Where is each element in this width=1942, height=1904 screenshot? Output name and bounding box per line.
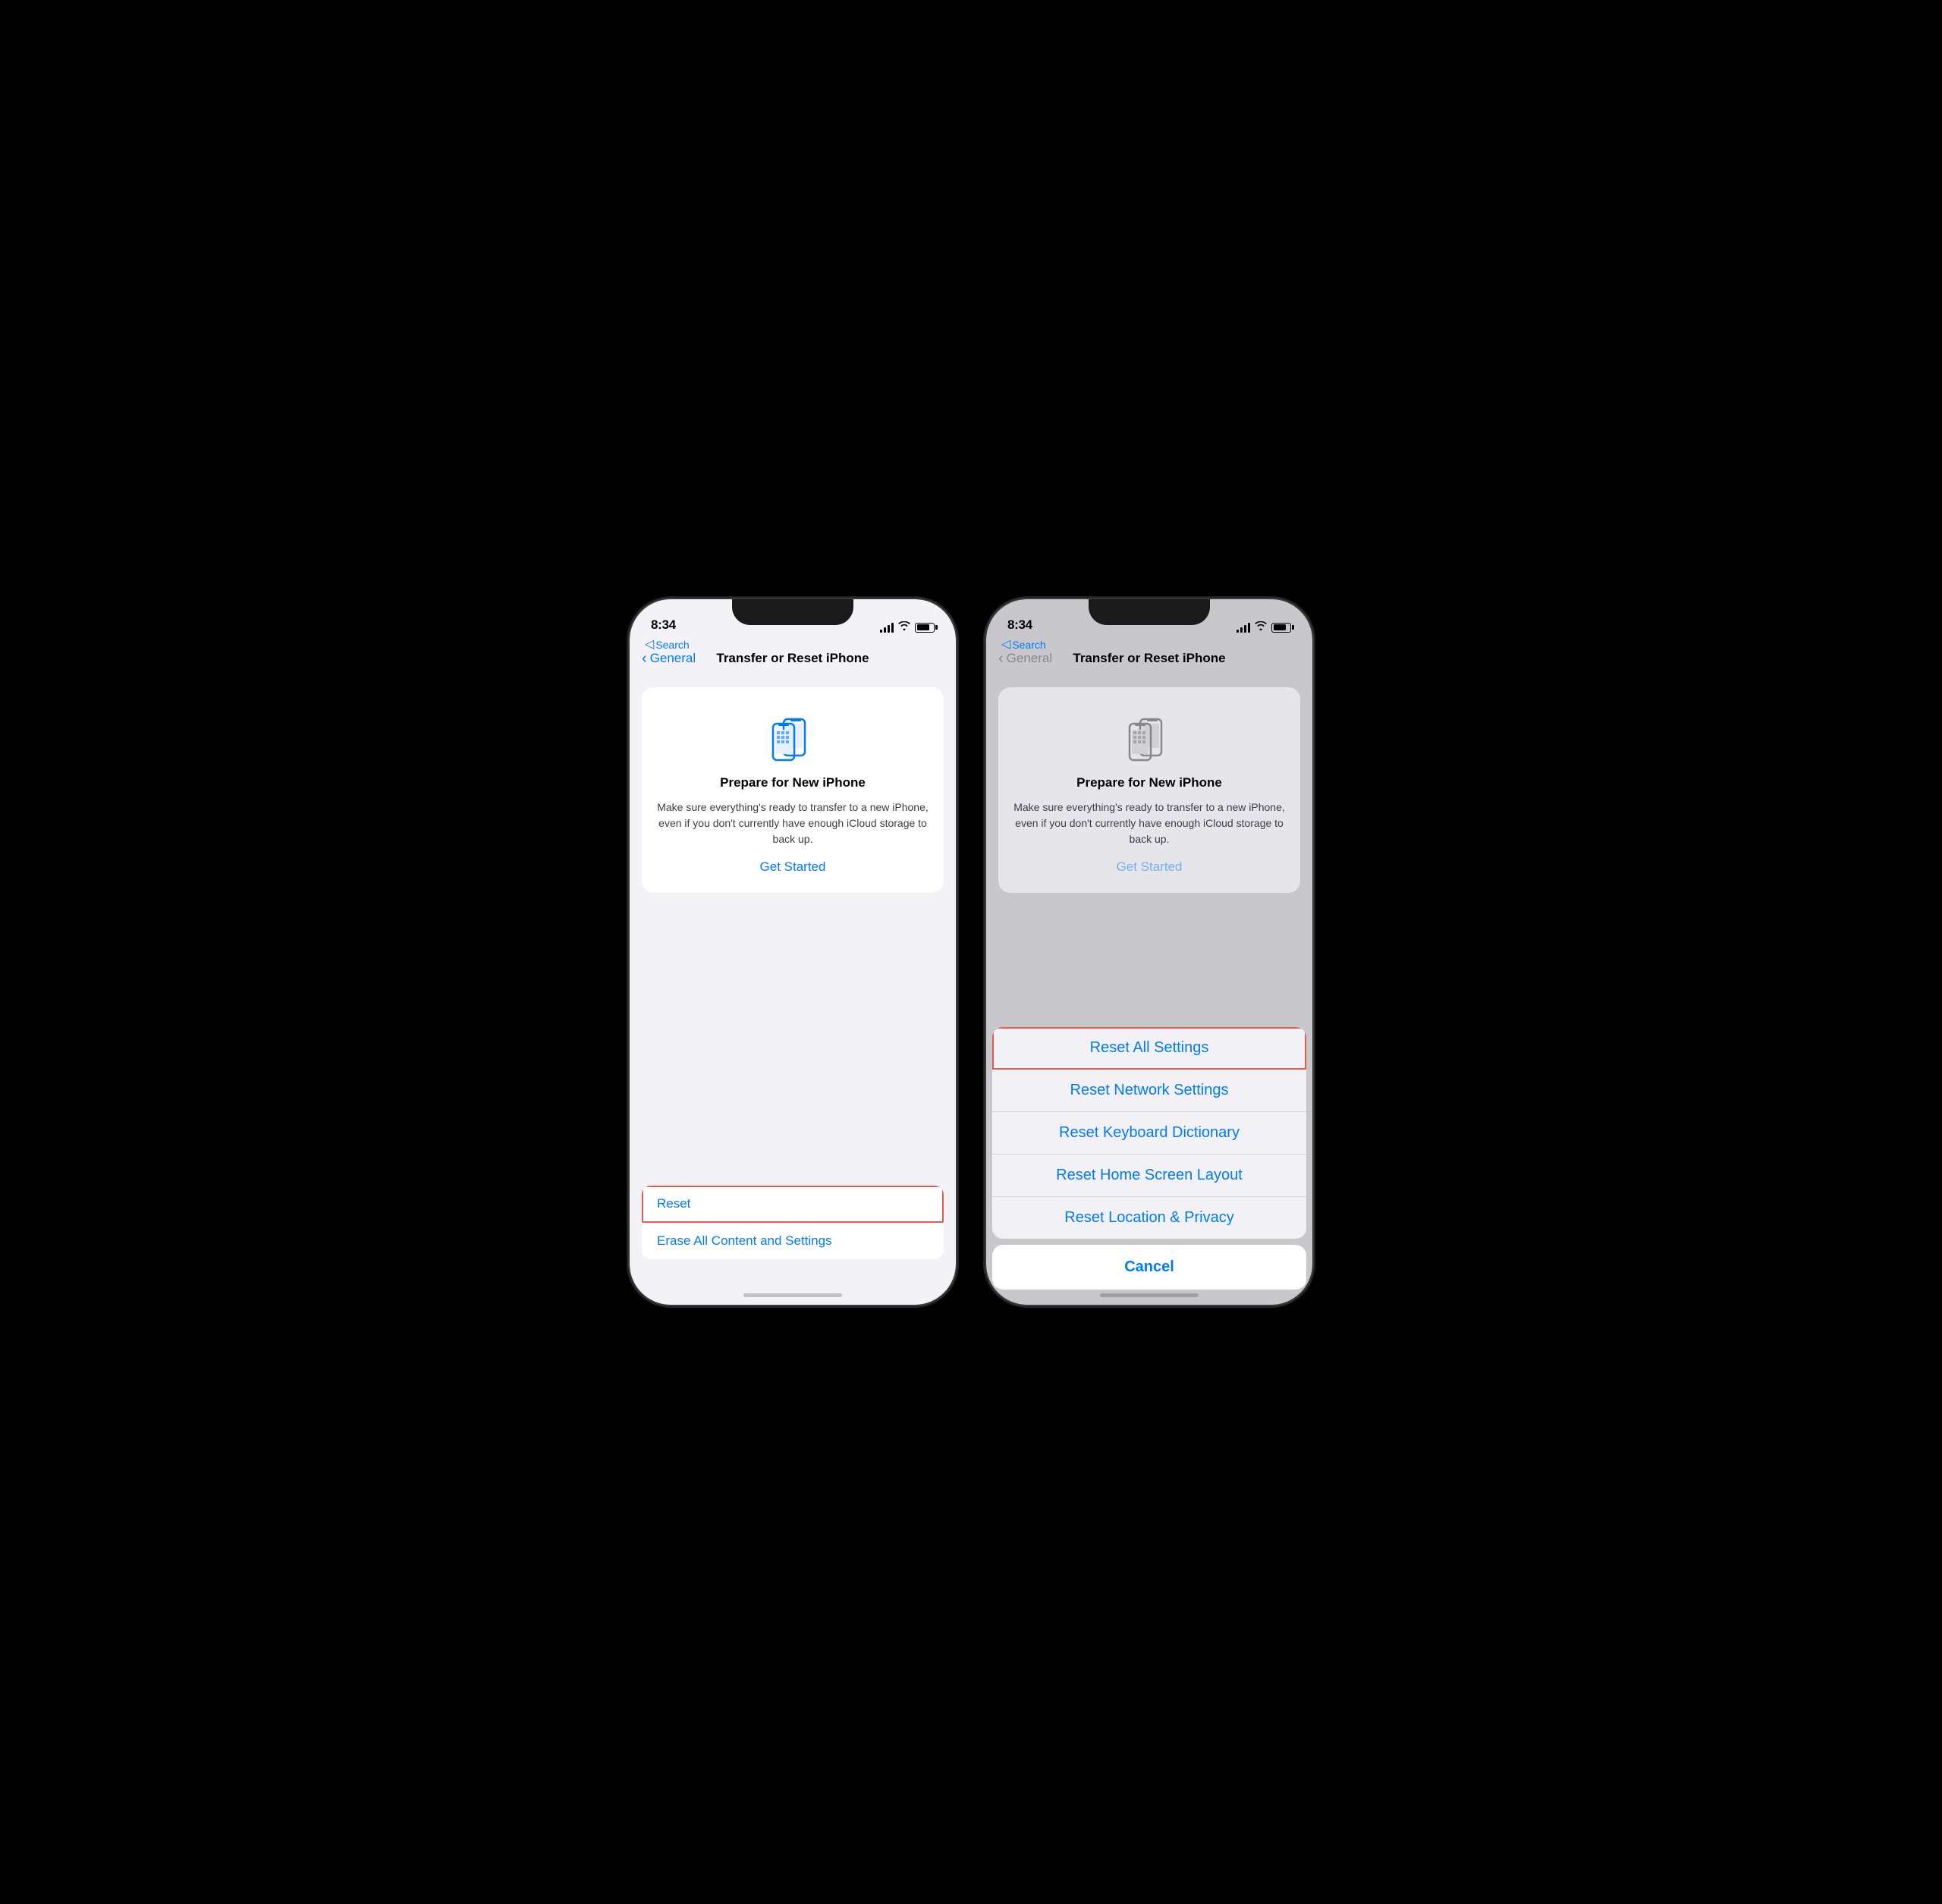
status-icons-2 <box>1237 622 1291 633</box>
battery-fill-1 <box>917 624 930 630</box>
nav-chevron-1: ‹ <box>642 650 647 668</box>
card-title-1: Prepare for New iPhone <box>720 775 866 790</box>
signal-bar-7 <box>1244 625 1246 633</box>
reset-network-item[interactable]: Reset Network Settings <box>992 1070 1306 1112</box>
reset-keyboard-label: Reset Keyboard Dictionary <box>1059 1124 1240 1141</box>
nav-back-label-1: General <box>650 651 696 666</box>
cancel-label: Cancel <box>1124 1258 1174 1275</box>
get-started-link-1[interactable]: Get Started <box>760 859 826 875</box>
card-title-2: Prepare for New iPhone <box>1076 775 1222 790</box>
notch <box>732 599 853 625</box>
prepare-card-1: Prepare for New iPhone Make sure everyth… <box>642 687 944 893</box>
signal-bar-4 <box>891 623 894 633</box>
transfer-icon-1 <box>762 705 823 766</box>
nav-title-2: Transfer or Reset iPhone <box>1073 651 1225 666</box>
battery-fill-2 <box>1274 624 1287 630</box>
search-back-label-2: Search <box>1012 639 1045 651</box>
reset-location-item[interactable]: Reset Location & Privacy <box>992 1197 1306 1239</box>
wifi-icon-2 <box>1255 621 1267 633</box>
time-display-2: 8:34 <box>1007 617 1032 633</box>
nav-back-1[interactable]: ‹ General <box>642 650 696 668</box>
reset-all-settings-label: Reset All Settings <box>1090 1039 1209 1056</box>
status-icons-1 <box>880 622 935 633</box>
signal-bar-6 <box>1240 627 1243 633</box>
erase-item-1[interactable]: Erase All Content and Settings <box>642 1223 944 1259</box>
battery-icon-2 <box>1271 623 1291 633</box>
signal-bar-2 <box>884 627 886 633</box>
nav-chevron-2: ‹ <box>998 650 1004 668</box>
card-desc-1: Make sure everything's ready to transfer… <box>657 800 929 847</box>
wifi-icon-1 <box>898 621 910 633</box>
bottom-section-1: Reset Erase All Content and Settings <box>630 1186 956 1259</box>
nav-back-label-2: General <box>1007 651 1052 666</box>
reset-list-1: Reset Erase All Content and Settings <box>642 1186 944 1259</box>
card-desc-2: Make sure everything's ready to transfer… <box>1013 800 1285 847</box>
prepare-card-2: Prepare for New iPhone Make sure everyth… <box>998 687 1300 893</box>
time-display-1: 8:34 <box>651 617 676 633</box>
signal-bar-8 <box>1248 623 1250 633</box>
nav-title-1: Transfer or Reset iPhone <box>716 651 869 666</box>
back-chevron-1: ◁ <box>645 639 654 651</box>
signal-bar-1 <box>880 630 882 633</box>
cancel-button[interactable]: Cancel <box>992 1245 1306 1290</box>
reset-network-label: Reset Network Settings <box>1070 1082 1229 1098</box>
phone-1-screen: 8:34 <box>630 599 956 1305</box>
reset-keyboard-item[interactable]: Reset Keyboard Dictionary <box>992 1112 1306 1155</box>
signal-bar-3 <box>888 625 890 633</box>
reset-all-settings-item[interactable]: Reset All Settings <box>992 1027 1306 1070</box>
home-indicator-2 <box>1100 1293 1199 1297</box>
dimmed-area: Prepare for New iPhone Make sure everyth… <box>986 675 1312 910</box>
nav-back-2[interactable]: ‹ General <box>998 650 1052 668</box>
reset-home-screen-item[interactable]: Reset Home Screen Layout <box>992 1155 1306 1197</box>
search-back-1[interactable]: ◁ Search <box>645 639 690 651</box>
reset-label-1: Reset <box>657 1196 690 1211</box>
signal-icon-2 <box>1237 622 1250 633</box>
erase-label-1: Erase All Content and Settings <box>657 1233 832 1248</box>
signal-icon-1 <box>880 622 894 633</box>
battery-icon-1 <box>915 623 935 633</box>
home-indicator-1 <box>743 1293 842 1297</box>
notch-2 <box>1089 599 1210 625</box>
transfer-icon-2 <box>1119 705 1180 766</box>
search-back-2[interactable]: ◁ Search <box>1001 639 1046 651</box>
search-back-label-1: Search <box>655 639 689 651</box>
get-started-link-2[interactable]: Get Started <box>1117 859 1183 875</box>
phone-2: 8:34 <box>986 599 1312 1305</box>
back-chevron-2: ◁ <box>1001 639 1010 651</box>
reset-action-group: Reset All Settings Reset Network Setting… <box>992 1027 1306 1239</box>
phone-1: 8:34 <box>630 599 956 1305</box>
signal-bar-5 <box>1237 630 1239 633</box>
phone-2-screen: 8:34 <box>986 599 1312 1305</box>
reset-item-1[interactable]: Reset <box>642 1186 944 1223</box>
action-sheet: Reset All Settings Reset Network Setting… <box>986 1027 1312 1290</box>
reset-home-screen-label: Reset Home Screen Layout <box>1056 1167 1243 1183</box>
reset-location-label: Reset Location & Privacy <box>1064 1209 1233 1226</box>
